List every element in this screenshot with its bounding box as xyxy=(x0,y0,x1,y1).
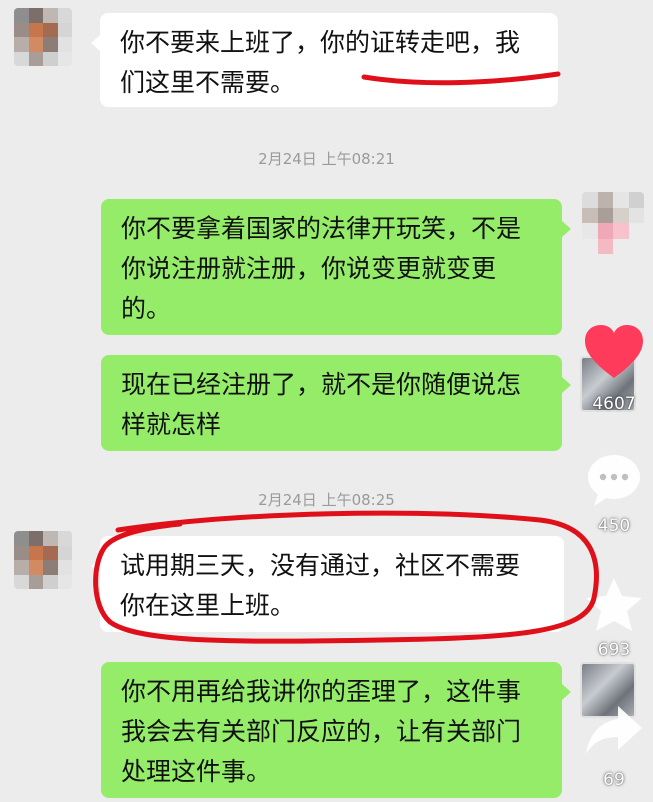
like-button[interactable] xyxy=(577,322,651,386)
message-text: 你不要来上班了，你的证转走吧，我们这里不需要。 xyxy=(120,28,521,97)
message-bubble-incoming[interactable]: 试用期三天，没有通过，社区不需要你在这里上班。 xyxy=(91,536,564,632)
favorite-count: 693 xyxy=(597,640,631,660)
message-text: 试用期三天，没有通过，社区不需要你在这里上班。 xyxy=(120,551,521,620)
message-text: 你不要拿着国家的法律开玩笑，不是你说注册就注册，你说变更就变更的。 xyxy=(121,214,522,323)
message-bubble-outgoing[interactable]: 你不用再给我讲你的歪理了，这件事我会去有关部门反应的，让有关部门处理这件事。 xyxy=(101,662,571,798)
timestamp: 2月24日 上午08:21 xyxy=(258,150,395,168)
star-icon xyxy=(586,578,642,631)
heart-icon xyxy=(585,325,643,378)
like-count: 4607 xyxy=(592,394,636,414)
message-bubble-incoming[interactable]: 你不要来上班了，你的证转走吧，我们这里不需要。 xyxy=(91,13,558,107)
message-bubble-outgoing[interactable]: 现在已经注册了，就不是你随便说怎样就怎样 xyxy=(101,355,571,451)
message-text: 你不用再给我讲你的歪理了，这件事我会去有关部门反应的，让有关部门处理这件事。 xyxy=(121,677,522,786)
favorite-button[interactable] xyxy=(577,574,651,640)
share-button[interactable] xyxy=(577,700,651,764)
comment-button[interactable] xyxy=(577,450,651,514)
share-count: 69 xyxy=(603,770,625,790)
message-text: 现在已经注册了，就不是你随便说怎样就怎样 xyxy=(121,370,522,439)
message-bubble-outgoing[interactable]: 你不要拿着国家的法律开玩笑，不是你说注册就注册，你说变更就变更的。 xyxy=(101,199,571,335)
timestamp: 2月24日 上午08:25 xyxy=(258,491,395,509)
self-avatar[interactable] xyxy=(582,192,644,254)
comment-bubble-icon xyxy=(588,455,640,506)
share-arrow-icon xyxy=(586,706,642,754)
contact-avatar[interactable] xyxy=(14,8,72,66)
comment-count: 450 xyxy=(597,516,631,536)
contact-avatar[interactable] xyxy=(14,531,72,589)
